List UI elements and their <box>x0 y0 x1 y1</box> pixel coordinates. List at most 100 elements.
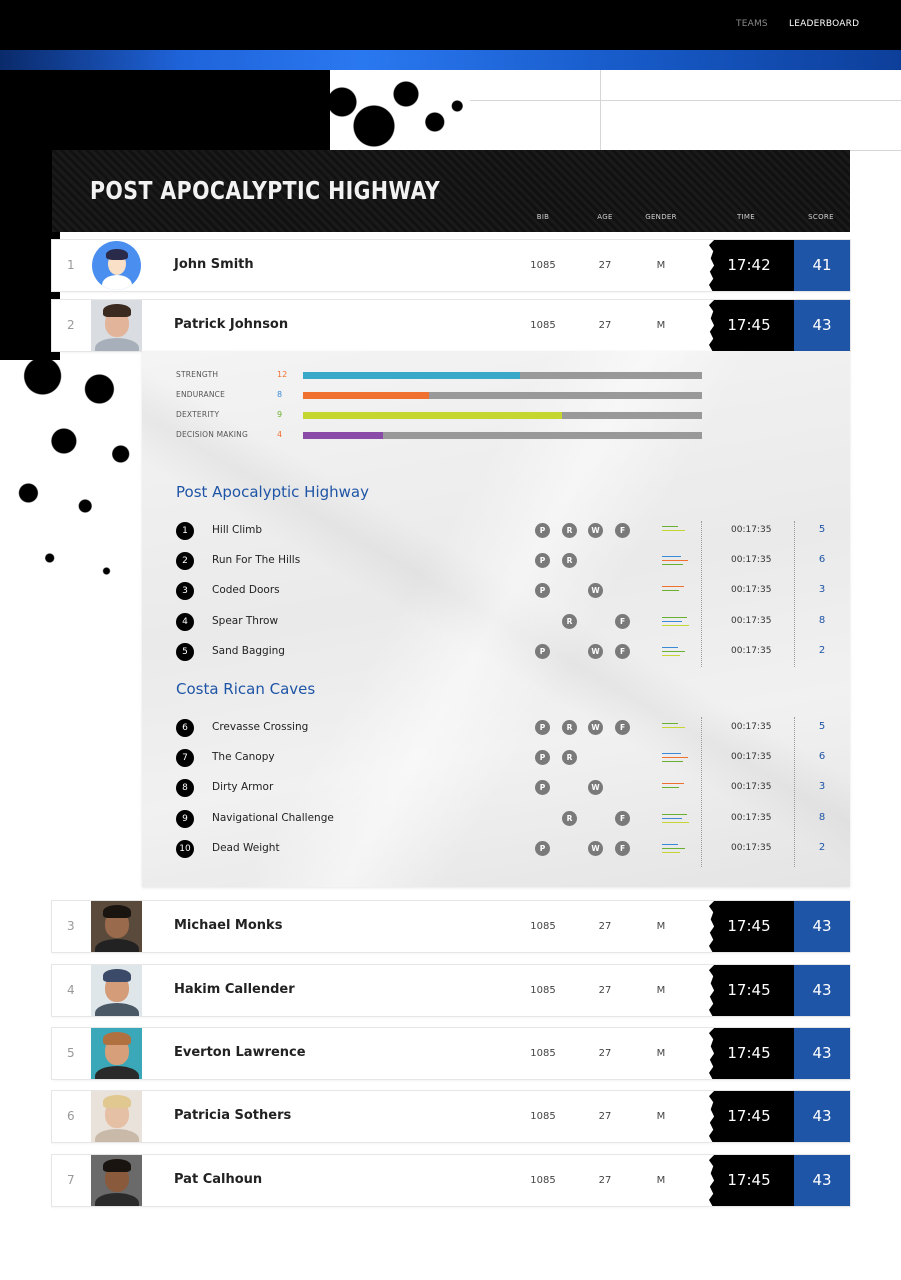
challenge-name[interactable]: Dirty Armor <box>212 781 273 793</box>
trend-sparkline <box>662 751 690 765</box>
badge-p-icon: P <box>535 750 550 766</box>
trend-sparkline <box>662 554 690 568</box>
challenge-name[interactable]: Spear Throw <box>212 615 278 627</box>
badge-f-icon: F <box>615 643 630 659</box>
score-value: 43 <box>812 1044 832 1062</box>
challenge-number: 2 <box>176 552 194 571</box>
column-header-gender[interactable]: GENDER <box>645 213 677 221</box>
challenge-name[interactable]: Run For The Hills <box>212 554 300 566</box>
score-value: 43 <box>812 981 832 999</box>
challenge-name[interactable]: Dead Weight <box>212 842 280 854</box>
photo-avatar <box>91 965 142 1016</box>
challenge-time: 00:17:35 <box>731 555 772 566</box>
badge-w-icon: W <box>588 720 603 735</box>
athlete-name[interactable]: Hakim Callender <box>174 982 295 997</box>
stat-bar-fill <box>303 372 521 379</box>
board-title: POST APOCALYPTIC HIGHWAY <box>90 176 441 205</box>
challenge-name[interactable]: The Canopy <box>212 751 275 763</box>
column-header-bib[interactable]: BIB <box>537 213 550 221</box>
badge-r-icon: R <box>562 523 577 538</box>
board-header: POST APOCALYPTIC HIGHWAY BIB AGE GENDER … <box>52 150 850 232</box>
badge-w-icon: W <box>588 780 603 796</box>
trend-sparkline <box>662 615 690 629</box>
bib-value: 1085 <box>530 260 556 271</box>
badge-p-icon: P <box>535 840 550 856</box>
photo-avatar <box>91 1028 142 1079</box>
athlete-detail-panel: STRENGTH 12 ENDURANCE 8 DEXTERITY 9 DECI… <box>142 351 850 887</box>
leaderboard-row[interactable]: 7 Pat Calhoun 1085 27 M 17:45 43 <box>52 1155 850 1206</box>
badge-r-icon: R <box>562 720 577 735</box>
row-rank: 4 <box>67 983 75 997</box>
top-navbar: TEAMS LEADERBOARD <box>0 0 901 50</box>
stat-value: 9 <box>277 410 283 419</box>
leaderboard-row-expanded[interactable]: 2 Patrick Johnson 1085 27 M 17:45 43 <box>52 300 850 351</box>
age-value: 27 <box>598 985 612 996</box>
grunge-drips <box>0 350 142 610</box>
badge-r-icon: R <box>562 553 577 569</box>
stat-value: 8 <box>277 390 283 399</box>
gender-value: M <box>656 320 666 331</box>
athlete-name[interactable]: Pat Calhoun <box>174 1172 262 1187</box>
challenge-time: 00:17:35 <box>731 782 772 793</box>
challenge-name[interactable]: Coded Doors <box>212 584 280 596</box>
stat-label: DEXTERITY <box>176 410 220 419</box>
challenge-time: 00:17:35 <box>731 645 772 656</box>
photo-avatar <box>91 1155 142 1206</box>
stat-value: 4 <box>277 430 283 439</box>
gender-value: M <box>656 260 666 271</box>
time-value: 17:45 <box>727 316 771 334</box>
challenge-name[interactable]: Hill Climb <box>212 524 262 536</box>
challenge-number: 8 <box>176 779 194 798</box>
badge-p-icon: P <box>535 720 550 735</box>
score-value: 41 <box>812 256 832 274</box>
leaderboard-row[interactable]: 1 John Smith 1085 27 M 17:42 41 <box>52 240 850 291</box>
leaderboard-row[interactable]: 3 Michael Monks 1085 27 M 17:45 43 <box>52 901 850 952</box>
trend-sparkline <box>662 584 690 598</box>
age-value: 27 <box>598 1175 612 1186</box>
challenge-score: 2 <box>818 841 826 853</box>
gender-value: M <box>656 985 666 996</box>
age-value: 27 <box>598 1048 612 1059</box>
athlete-name[interactable]: Patricia Sothers <box>174 1108 291 1123</box>
time-value: 17:45 <box>727 981 771 999</box>
challenge-time: 00:17:35 <box>731 585 772 596</box>
nav-teams-link[interactable]: TEAMS <box>736 19 768 29</box>
nav-leaderboard-link[interactable]: LEADERBOARD <box>789 19 859 29</box>
challenge-score: 5 <box>818 524 826 535</box>
column-header-time[interactable]: TIME <box>737 213 755 221</box>
stat-bar <box>303 392 702 399</box>
leaderboard-row[interactable]: 5 Everton Lawrence 1085 27 M 17:45 43 <box>52 1028 850 1079</box>
badge-w-icon: W <box>588 523 603 538</box>
row-rank: 1 <box>67 258 75 272</box>
gender-value: M <box>656 1048 666 1059</box>
column-header-age[interactable]: AGE <box>597 213 612 221</box>
challenge-number: 1 <box>176 522 194 540</box>
challenge-name[interactable]: Navigational Challenge <box>212 812 334 824</box>
stat-label: STRENGTH <box>176 370 219 379</box>
score-value: 43 <box>812 1107 832 1125</box>
bib-value: 1085 <box>530 985 556 996</box>
challenge-name[interactable]: Sand Bagging <box>212 645 285 657</box>
age-value: 27 <box>598 921 612 932</box>
leaderboard-row[interactable]: 4 Hakim Callender 1085 27 M 17:45 43 <box>52 965 850 1016</box>
athlete-name[interactable]: John Smith <box>174 257 254 272</box>
trend-sparkline <box>662 721 690 735</box>
score-value: 43 <box>812 1171 832 1189</box>
athlete-name[interactable]: Everton Lawrence <box>174 1045 306 1060</box>
trend-sparkline <box>662 812 690 826</box>
challenge-score: 6 <box>818 751 826 763</box>
athlete-name[interactable]: Michael Monks <box>174 918 282 933</box>
row-rank: 7 <box>67 1173 75 1187</box>
bib-value: 1085 <box>530 1048 556 1059</box>
stat-bar-fill <box>303 392 429 399</box>
badge-r-icon: R <box>562 750 577 766</box>
time-value: 17:45 <box>727 1044 771 1062</box>
leaderboard-row[interactable]: 6 Patricia Sothers 1085 27 M 17:45 43 <box>52 1091 850 1142</box>
badge-r-icon: R <box>562 613 577 629</box>
grunge-splatter <box>310 70 470 150</box>
athlete-name[interactable]: Patrick Johnson <box>174 317 288 332</box>
challenge-name[interactable]: Crevasse Crossing <box>212 721 308 733</box>
challenge-score: 8 <box>818 811 826 823</box>
column-header-score[interactable]: SCORE <box>808 213 834 221</box>
photo-avatar <box>91 901 142 952</box>
